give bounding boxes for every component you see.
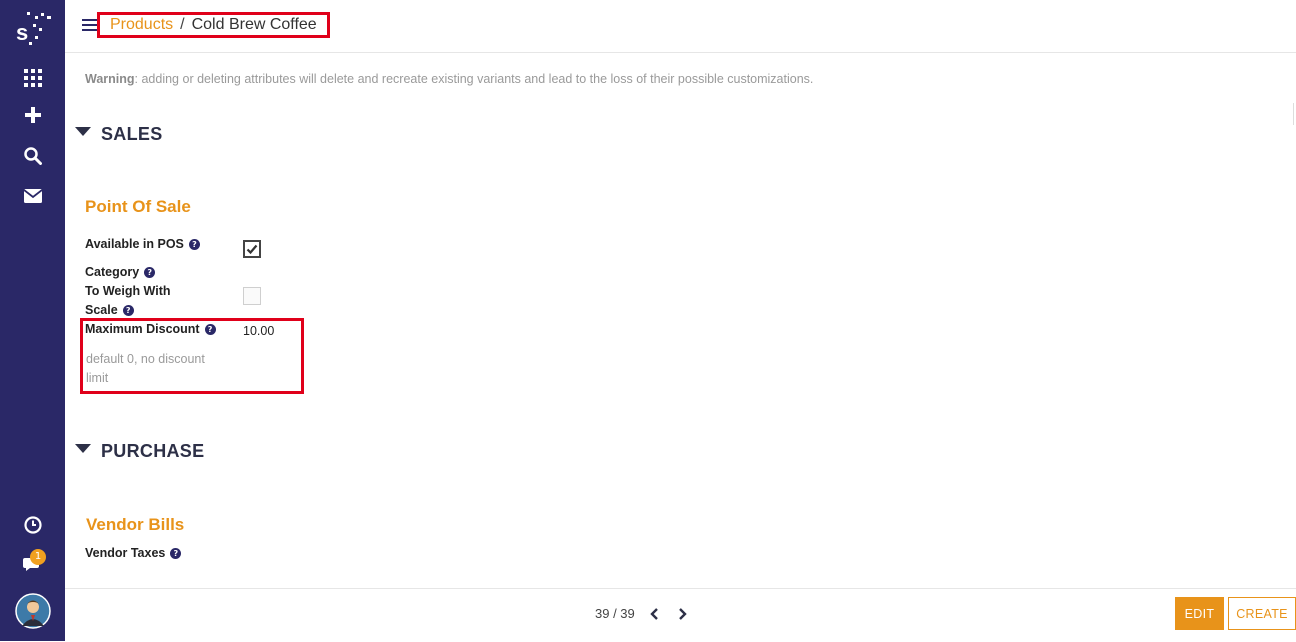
available-in-pos-checkbox[interactable] bbox=[243, 240, 261, 258]
logo-icon[interactable]: s bbox=[0, 10, 65, 50]
purchase-section-title: PURCHASE bbox=[101, 441, 205, 461]
sidebar: s 1 bbox=[0, 0, 65, 641]
search-icon[interactable] bbox=[0, 146, 65, 166]
chevron-left-icon[interactable] bbox=[649, 607, 661, 621]
breadcrumb: Products / Cold Brew Coffee bbox=[97, 12, 330, 38]
clock-icon[interactable] bbox=[0, 515, 65, 535]
to-weigh-checkbox[interactable] bbox=[243, 287, 261, 305]
checkmark-icon bbox=[246, 244, 258, 255]
available-in-pos-label: Available in POS? bbox=[85, 235, 200, 254]
edit-button[interactable]: EDIT bbox=[1175, 597, 1224, 630]
sales-section-title: SALES bbox=[101, 124, 163, 144]
max-discount-value[interactable]: 10.00 bbox=[243, 324, 274, 338]
avatar[interactable] bbox=[0, 593, 65, 629]
point-of-sale-title: Point Of Sale bbox=[85, 197, 191, 216]
help-icon[interactable]: ? bbox=[122, 305, 134, 316]
breadcrumb-separator: / bbox=[180, 16, 185, 33]
breadcrumb-current: Cold Brew Coffee bbox=[191, 16, 317, 33]
max-discount-hint: default 0, no discount limit bbox=[86, 352, 205, 385]
help-icon[interactable]: ? bbox=[188, 239, 200, 250]
top-header: Products / Cold Brew Coffee bbox=[65, 0, 1296, 53]
vendor-bills-title: Vendor Bills bbox=[86, 515, 185, 534]
help-icon[interactable]: ? bbox=[204, 324, 216, 335]
sales-section-toggle[interactable]: SALES bbox=[75, 124, 163, 145]
max-discount-label: Maximum Discount? bbox=[85, 320, 216, 339]
pager-counter: 39 / 39 bbox=[595, 606, 635, 621]
menu-toggle-icon[interactable] bbox=[82, 19, 98, 33]
vendor-taxes-label: Vendor Taxes? bbox=[85, 544, 182, 563]
variants-warning: Warning: adding or deleting attributes w… bbox=[85, 72, 813, 86]
chat-badge: 1 bbox=[30, 549, 46, 565]
breadcrumb-products-link[interactable]: Products bbox=[110, 16, 173, 34]
to-weigh-label: To Weigh With Scale? bbox=[85, 284, 171, 317]
category-label: Category? bbox=[85, 263, 156, 282]
create-button[interactable]: CREATE bbox=[1228, 597, 1296, 630]
chevron-right-icon[interactable] bbox=[676, 607, 688, 621]
plus-icon[interactable] bbox=[0, 105, 65, 125]
svg-text:s: s bbox=[16, 20, 28, 45]
help-icon[interactable]: ? bbox=[170, 548, 182, 559]
warning-text: : adding or deleting attributes will del… bbox=[134, 72, 814, 86]
caret-down-icon bbox=[75, 127, 91, 136]
purchase-section-toggle[interactable]: PURCHASE bbox=[75, 441, 204, 462]
mail-icon[interactable] bbox=[0, 186, 65, 206]
apps-icon[interactable] bbox=[0, 68, 65, 88]
warning-label: Warning bbox=[85, 72, 135, 86]
help-icon[interactable]: ? bbox=[144, 267, 156, 278]
caret-down-icon bbox=[75, 444, 91, 453]
